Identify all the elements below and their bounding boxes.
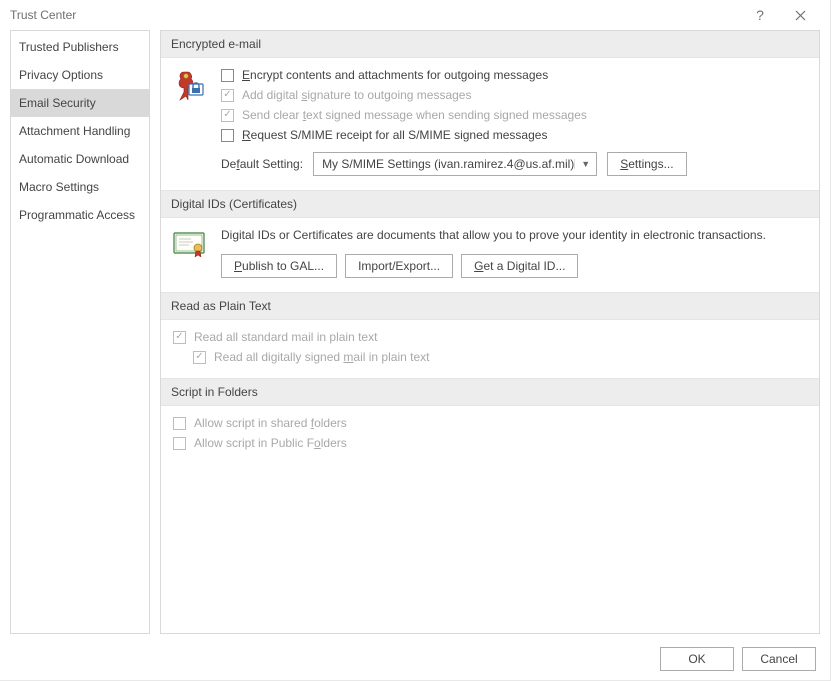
certificate-icon	[173, 228, 207, 258]
section-header-plaintext: Read as Plain Text	[161, 292, 819, 320]
sidebar-item-attachment-handling[interactable]: Attachment Handling	[11, 117, 149, 145]
dropdown-value: My S/MIME Settings (ivan.ramirez.4@us.af…	[322, 157, 574, 171]
checkbox-icon	[221, 89, 234, 102]
checkbox-encrypt-contents[interactable]: Encrypt contents and attachments for out…	[221, 68, 807, 82]
checkbox-icon	[173, 331, 186, 344]
content-pane: Encrypted e-mail Encrypt contents and at…	[160, 30, 820, 634]
sidebar-item-automatic-download[interactable]: Automatic Download	[11, 145, 149, 173]
checkbox-add-digital-signature: Add digital signature to outgoing messag…	[221, 88, 807, 102]
help-icon[interactable]: ?	[740, 0, 780, 30]
default-setting-dropdown[interactable]: My S/MIME Settings (ivan.ramirez.4@us.af…	[313, 152, 597, 176]
checkbox-icon	[193, 351, 206, 364]
checkbox-icon	[173, 437, 186, 450]
close-icon[interactable]	[780, 0, 820, 30]
checkbox-read-standard-plain: Read all standard mail in plain text	[173, 330, 807, 344]
section-body-encrypted: Encrypt contents and attachments for out…	[161, 58, 819, 190]
section-header-digital-ids: Digital IDs (Certificates)	[161, 190, 819, 218]
checkbox-icon	[221, 69, 234, 82]
checkbox-icon	[221, 109, 234, 122]
dialog-footer: OK Cancel	[0, 638, 830, 680]
sidebar-item-privacy-options[interactable]: Privacy Options	[11, 61, 149, 89]
checkbox-request-smime-receipt[interactable]: Request S/MIME receipt for all S/MIME si…	[221, 128, 807, 142]
checkbox-script-shared-folders: Allow script in shared folders	[173, 416, 807, 430]
sidebar-item-email-security[interactable]: Email Security	[11, 89, 149, 117]
sidebar: Trusted Publishers Privacy Options Email…	[10, 30, 150, 634]
sidebar-item-programmatic-access[interactable]: Programmatic Access	[11, 201, 149, 229]
sidebar-item-trusted-publishers[interactable]: Trusted Publishers	[11, 33, 149, 61]
settings-button[interactable]: Settings...	[607, 152, 686, 176]
default-setting-label: Default Setting:	[221, 157, 303, 171]
import-export-button[interactable]: Import/Export...	[345, 254, 453, 278]
trust-center-window: Trust Center ? Trusted Publishers Privac…	[0, 0, 831, 681]
chevron-down-icon: ▼	[574, 159, 590, 169]
titlebar: Trust Center ?	[0, 0, 830, 30]
ribbon-lock-icon	[173, 68, 207, 104]
dialog-body: Trusted Publishers Privacy Options Email…	[0, 30, 830, 638]
section-header-encrypted: Encrypted e-mail	[161, 31, 819, 58]
checkbox-send-clear-text: Send clear text signed message when send…	[221, 108, 807, 122]
checkbox-read-signed-plain: Read all digitally signed mail in plain …	[193, 350, 807, 364]
default-setting-row: Default Setting: My S/MIME Settings (iva…	[221, 152, 807, 176]
digital-ids-description: Digital IDs or Certificates are document…	[221, 228, 807, 242]
section-header-script: Script in Folders	[161, 378, 819, 406]
section-body-script: Allow script in shared folders Allow scr…	[161, 406, 819, 464]
checkbox-icon	[221, 129, 234, 142]
checkbox-script-public-folders: Allow script in Public Folders	[173, 436, 807, 450]
get-digital-id-button[interactable]: Get a Digital ID...	[461, 254, 578, 278]
window-title: Trust Center	[10, 8, 76, 22]
section-body-digital-ids: Digital IDs or Certificates are document…	[161, 218, 819, 292]
checkbox-icon	[173, 417, 186, 430]
publish-to-gal-button[interactable]: Publish to GAL...	[221, 254, 337, 278]
ok-button[interactable]: OK	[660, 647, 734, 671]
sidebar-item-macro-settings[interactable]: Macro Settings	[11, 173, 149, 201]
section-body-plaintext: Read all standard mail in plain text Rea…	[161, 320, 819, 378]
cancel-button[interactable]: Cancel	[742, 647, 816, 671]
